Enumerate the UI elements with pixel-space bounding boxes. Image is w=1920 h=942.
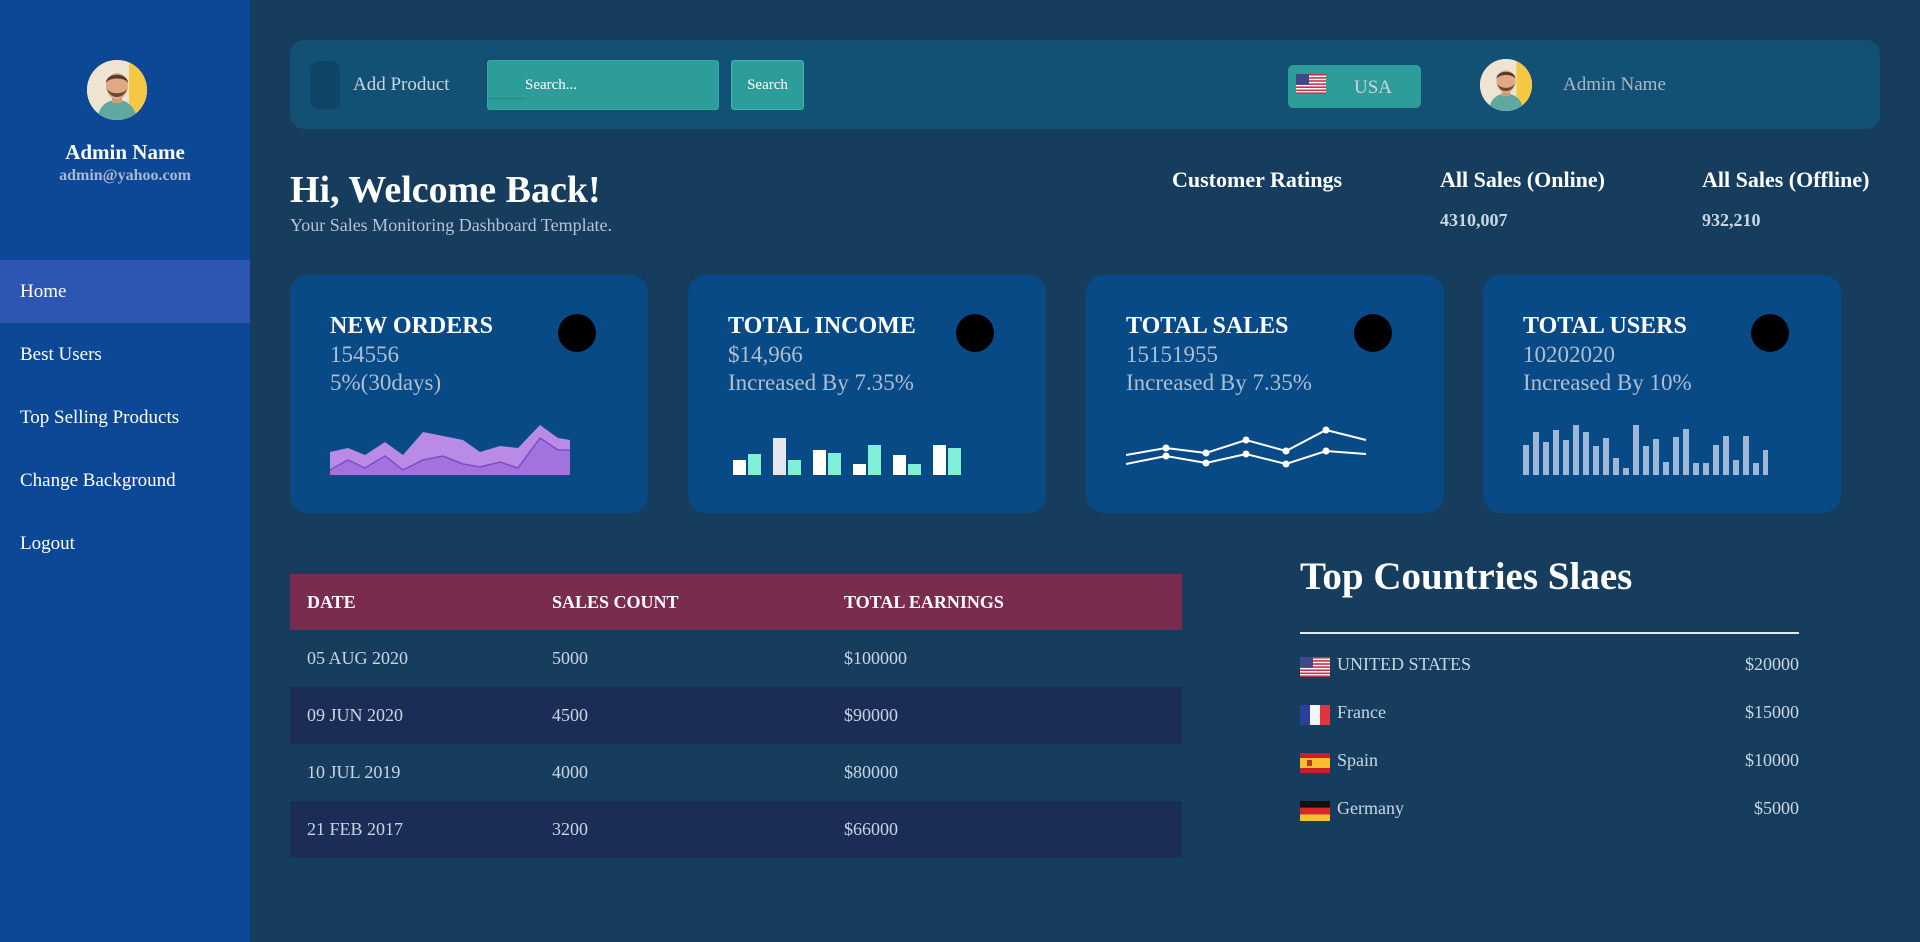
top-countries-divider [1300,632,1799,634]
page-subtitle: Your Sales Monitoring Dashboard Template… [290,215,613,235]
country-amount: $20000 [1745,654,1799,674]
card-title: TOTAL SALES [1126,313,1289,339]
table-cell-sales-count: 5000 [552,648,588,668]
country-label: USA [1354,77,1393,98]
card-icon [956,314,994,352]
new-orders-area-sparkline [330,425,570,475]
table-cell-sales-count: 3200 [535,801,827,858]
card-icon [1354,314,1392,352]
topbar-avatar[interactable] [1480,59,1532,111]
sidebar: Admin Name admin@yahoo.com Home Best Use… [0,0,250,942]
country-name: UNITED STATES [1337,654,1472,674]
germany-flag-icon [1300,801,1330,821]
country-amount: $15000 [1745,702,1799,722]
stat-online-sales-label: All Sales (Online) [1440,167,1606,192]
country-selector[interactable]: USA [1288,65,1421,108]
table-row: 09 JUN 2020 4500 $90000 [290,687,1182,744]
card-total-income: TOTAL INCOME $14,966 Increased By 7.35% [688,275,1046,513]
country-name: Germany [1337,798,1404,818]
card-total-sales: TOTAL SALES 15151955 Increased By 7.35% [1086,275,1444,513]
country-name: France [1337,702,1386,722]
sidebar-admin-email: admin@yahoo.com [59,167,191,184]
card-total-users: TOTAL USERS 10202020 Increased By 10% [1483,275,1841,513]
france-flag-icon [1300,705,1330,725]
sidebar-avatar [87,60,147,120]
card-change: 5%(30days) [330,370,442,395]
card-title: TOTAL USERS [1523,313,1687,339]
table-row: 21 FEB 2017 3200 $66000 [290,801,1182,858]
us-flag-icon [1300,657,1330,677]
card-value: $14,966 [728,342,803,367]
sidebar-nav: Home Best Users Top Selling Products Cha… [0,260,250,575]
table-header-row: DATE SALES COUNT TOTAL EARNINGS [290,574,1182,630]
table-cell-date: 21 FEB 2017 [290,801,535,858]
table-cell-date: 09 JUN 2020 [290,687,535,744]
total-income-bar-sparkline [733,438,961,475]
table-cell-total-earnings: $66000 [827,801,1182,858]
us-flag-icon [1296,74,1326,94]
table-cell-date: 10 JUL 2019 [307,762,401,782]
country-row: France $15000 [1300,702,1799,726]
card-icon [1751,314,1789,352]
card-value: 10202020 [1523,342,1615,367]
search-button[interactable]: Search [731,60,804,110]
stat-offline-sales-value: 932,210 [1702,210,1761,230]
table-row: 05 AUG 2020 5000 $100000 [290,630,1182,687]
total-users-bar-sparkline [1523,425,1768,475]
page-title: Hi, Welcome Back! [290,169,601,211]
add-product-label[interactable]: Add Product [353,74,450,96]
top-bar: Add Product Search USA Admin Name [290,40,1880,129]
table-row: 10 JUL 2019 4000 $80000 [290,744,1182,801]
search-icon-slot [488,61,526,99]
card-new-orders: NEW ORDERS 154556 5%(30days) [290,275,648,513]
table-header-sales-count: SALES COUNT [535,574,827,630]
table-cell-total-earnings: $90000 [827,687,1182,744]
card-value: 154556 [330,342,399,367]
sidebar-item-top-selling-products[interactable]: Top Selling Products [0,386,250,449]
search-box [487,60,719,110]
country-row: UNITED STATES $20000 [1300,654,1799,678]
sidebar-item-best-users[interactable]: Best Users [0,323,250,386]
table-header-total-earnings: TOTAL EARNINGS [827,574,1182,630]
add-product-toggle[interactable] [310,61,340,109]
sidebar-item-change-background[interactable]: Change Background [0,449,250,512]
sidebar-admin-name: Admin Name [65,140,185,164]
search-input[interactable] [525,61,718,109]
country-row: Germany $5000 [1300,798,1799,822]
sales-table: DATE SALES COUNT TOTAL EARNINGS 05 AUG 2… [290,574,1182,858]
sidebar-item-home[interactable]: Home [0,260,250,323]
stat-online-sales-value: 4310,007 [1440,210,1508,230]
table-cell-sales-count: 4500 [535,687,827,744]
country-amount: $5000 [1754,798,1799,818]
table-cell-sales-count: 4000 [552,762,588,782]
card-value: 15151955 [1126,342,1218,367]
card-change: Increased By 7.35% [728,370,914,395]
country-amount: $10000 [1745,750,1799,770]
table-cell-total-earnings: $80000 [844,762,898,782]
topbar-admin-name[interactable]: Admin Name [1563,74,1666,96]
stat-offline-sales-label: All Sales (Offline) [1702,167,1870,192]
top-countries-title: Top Countries Slaes [1300,555,1633,598]
card-title: NEW ORDERS [330,313,493,339]
table-cell-total-earnings: $100000 [844,648,907,668]
table-cell-date: 05 AUG 2020 [307,648,409,668]
total-sales-line-sparkline [1126,426,1367,468]
table-header-date: DATE [290,574,535,630]
card-icon [558,314,596,352]
spain-flag-icon [1300,753,1330,773]
country-name: Spain [1337,750,1379,770]
card-change: Increased By 7.35% [1126,370,1312,395]
stat-customer-ratings-label: Customer Ratings [1172,167,1343,192]
sidebar-item-logout[interactable]: Logout [0,512,250,575]
card-title: TOTAL INCOME [728,313,916,339]
country-row: Spain $10000 [1300,750,1799,774]
card-change: Increased By 10% [1523,370,1692,395]
